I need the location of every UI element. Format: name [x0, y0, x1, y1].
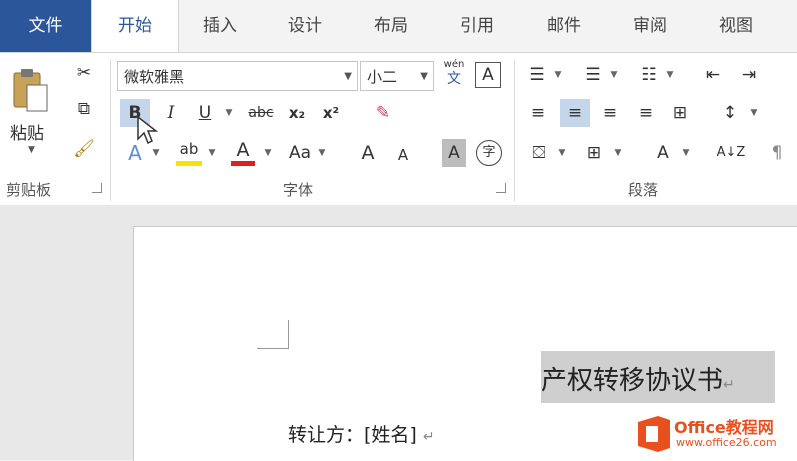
tab-design[interactable]: 设计	[262, 0, 348, 52]
tab-file[interactable]: 文件	[0, 0, 91, 52]
highlight-dropdown-caret[interactable]: ▼	[206, 139, 218, 167]
chevron-down-icon: ▼	[344, 71, 352, 82]
tab-home[interactable]: 开始	[91, 0, 179, 53]
italic-button[interactable]: I	[158, 99, 184, 127]
highlight-button[interactable]: ab	[174, 139, 204, 169]
font-color-dropdown-caret[interactable]: ▼	[262, 139, 274, 167]
tab-mailings[interactable]: 邮件	[520, 0, 608, 52]
bullets-icon[interactable]: ☰	[524, 61, 550, 89]
margin-corner-mark	[288, 320, 289, 349]
paragraph-mark: ↵	[422, 429, 435, 445]
highlight-color-bar	[176, 161, 202, 166]
font-color-button[interactable]: A	[228, 139, 258, 169]
underline-dropdown-caret[interactable]: ▼	[222, 99, 236, 127]
paste-icon	[13, 69, 48, 112]
chevron-down-icon: ▼	[420, 71, 428, 82]
paste-button[interactable]: 粘贴 ▼	[6, 63, 56, 173]
font-color-bar	[231, 161, 255, 166]
borders-dropdown-caret[interactable]: ▼	[612, 139, 624, 167]
paragraph-mark: ↵	[723, 377, 735, 393]
margin-corner-mark	[257, 348, 288, 349]
clear-formatting-icon[interactable]: ✎	[368, 99, 398, 127]
change-case-button[interactable]: Aa	[284, 139, 316, 167]
office-logo-icon	[638, 416, 670, 452]
borders-icon[interactable]: ⊞	[580, 139, 608, 167]
font-color-icon: A	[236, 139, 250, 161]
subscript-button[interactable]: x₂	[284, 99, 310, 127]
decrease-indent-icon[interactable]: ⇤	[700, 61, 726, 89]
numbering-icon[interactable]: ☰	[580, 61, 606, 89]
shading-dropdown-caret[interactable]: ▼	[556, 139, 568, 167]
group-divider	[514, 59, 515, 201]
font-size-dropdown[interactable]: 小二 ▼	[360, 61, 434, 91]
superscript-button[interactable]: x²	[318, 99, 344, 127]
copy-icon[interactable]: ⧉	[70, 95, 98, 123]
tab-insert[interactable]: 插入	[178, 0, 262, 52]
enclose-char-glyph: 字	[482, 145, 496, 160]
cut-icon[interactable]: ✂	[70, 59, 98, 87]
grow-font-button[interactable]: A	[356, 139, 380, 167]
multilevel-dropdown-caret[interactable]: ▼	[664, 61, 676, 89]
font-group-label: 字体	[283, 181, 314, 199]
document-title-text: 产权转移协议书	[541, 366, 724, 396]
bullets-dropdown-caret[interactable]: ▼	[552, 61, 564, 89]
format-painter-icon[interactable]: 🖌	[70, 135, 98, 163]
tab-review[interactable]: 审阅	[608, 0, 692, 52]
char-shading-button[interactable]: A	[442, 139, 466, 167]
justify-icon[interactable]: ≡	[632, 99, 660, 127]
sort-button[interactable]: A↓Z	[716, 139, 746, 167]
highlighter-icon: ab	[179, 140, 199, 158]
font-size-value: 小二	[367, 68, 398, 86]
char-border-button[interactable]: A	[475, 62, 501, 88]
show-marks-icon[interactable]: ¶	[764, 139, 790, 167]
font-name-value: 微软雅黑	[124, 68, 185, 86]
watermark-url: www.office26.com	[676, 436, 777, 449]
multilevel-list-icon[interactable]: ☷	[636, 61, 662, 89]
font-launcher-icon[interactable]	[496, 183, 506, 193]
tab-layout[interactable]: 布局	[348, 0, 434, 52]
ribbon-tab-bar: 文件 开始 插入 设计 布局 引用 邮件 审阅 视图	[0, 0, 797, 53]
text-effects-dropdown-caret[interactable]: ▼	[150, 139, 162, 167]
group-divider	[110, 59, 111, 201]
align-right-icon[interactable]: ≡	[596, 99, 624, 127]
line-spacing-dropdown-caret[interactable]: ▼	[748, 99, 760, 127]
document-line[interactable]: 转让方：[姓名] ↵	[288, 420, 435, 447]
paste-label: 粘贴	[10, 124, 44, 144]
shrink-font-button[interactable]: A	[392, 141, 414, 169]
clipboard-launcher-icon[interactable]	[92, 183, 102, 193]
tab-references[interactable]: 引用	[434, 0, 520, 52]
font-name-dropdown[interactable]: 微软雅黑 ▼	[117, 61, 358, 91]
numbering-dropdown-caret[interactable]: ▼	[608, 61, 620, 89]
asian-layout-icon[interactable]: A	[648, 139, 678, 167]
char-border-glyph: A	[482, 65, 494, 85]
paste-dropdown-caret[interactable]: ▼	[28, 145, 35, 155]
paragraph-group-label: 段落	[628, 181, 659, 199]
increase-indent-icon[interactable]: ⇥	[736, 61, 762, 89]
tab-view[interactable]: 视图	[692, 0, 780, 52]
document-title[interactable]: 产权转移协议书↵	[541, 360, 735, 397]
pinyin-bottom: 文	[447, 71, 461, 87]
underline-button[interactable]: U	[192, 99, 218, 127]
text-effects-icon[interactable]: A	[120, 139, 150, 167]
line-spacing-icon[interactable]: ↕	[716, 99, 744, 127]
change-case-dropdown-caret[interactable]: ▼	[316, 139, 328, 167]
enclose-characters-button[interactable]: 字	[476, 140, 502, 166]
asian-layout-dropdown-caret[interactable]: ▼	[680, 139, 692, 167]
clipboard-group-label: 剪贴板	[6, 181, 52, 199]
phonetic-guide-button[interactable]: wén 文	[440, 59, 468, 91]
office-watermark-logo: Office教程网 www.office26.com	[634, 412, 794, 456]
shading-bucket-icon[interactable]: ⛋	[524, 139, 554, 167]
pinyin-top: wén	[443, 59, 465, 70]
ribbon: 粘贴 ▼ ✂ ⧉ 🖌 剪贴板 微软雅黑 ▼ 小二 ▼ wén 文 A B I U…	[0, 52, 797, 206]
align-center-icon[interactable]: ≡	[560, 99, 590, 127]
align-left-icon[interactable]: ≡	[524, 99, 552, 127]
transferor-label: 转让方：[姓名]	[288, 424, 417, 446]
strikethrough-button[interactable]: abc	[244, 99, 278, 127]
distributed-icon[interactable]: ⊞	[666, 99, 694, 127]
watermark-name: Office教程网	[674, 418, 774, 437]
